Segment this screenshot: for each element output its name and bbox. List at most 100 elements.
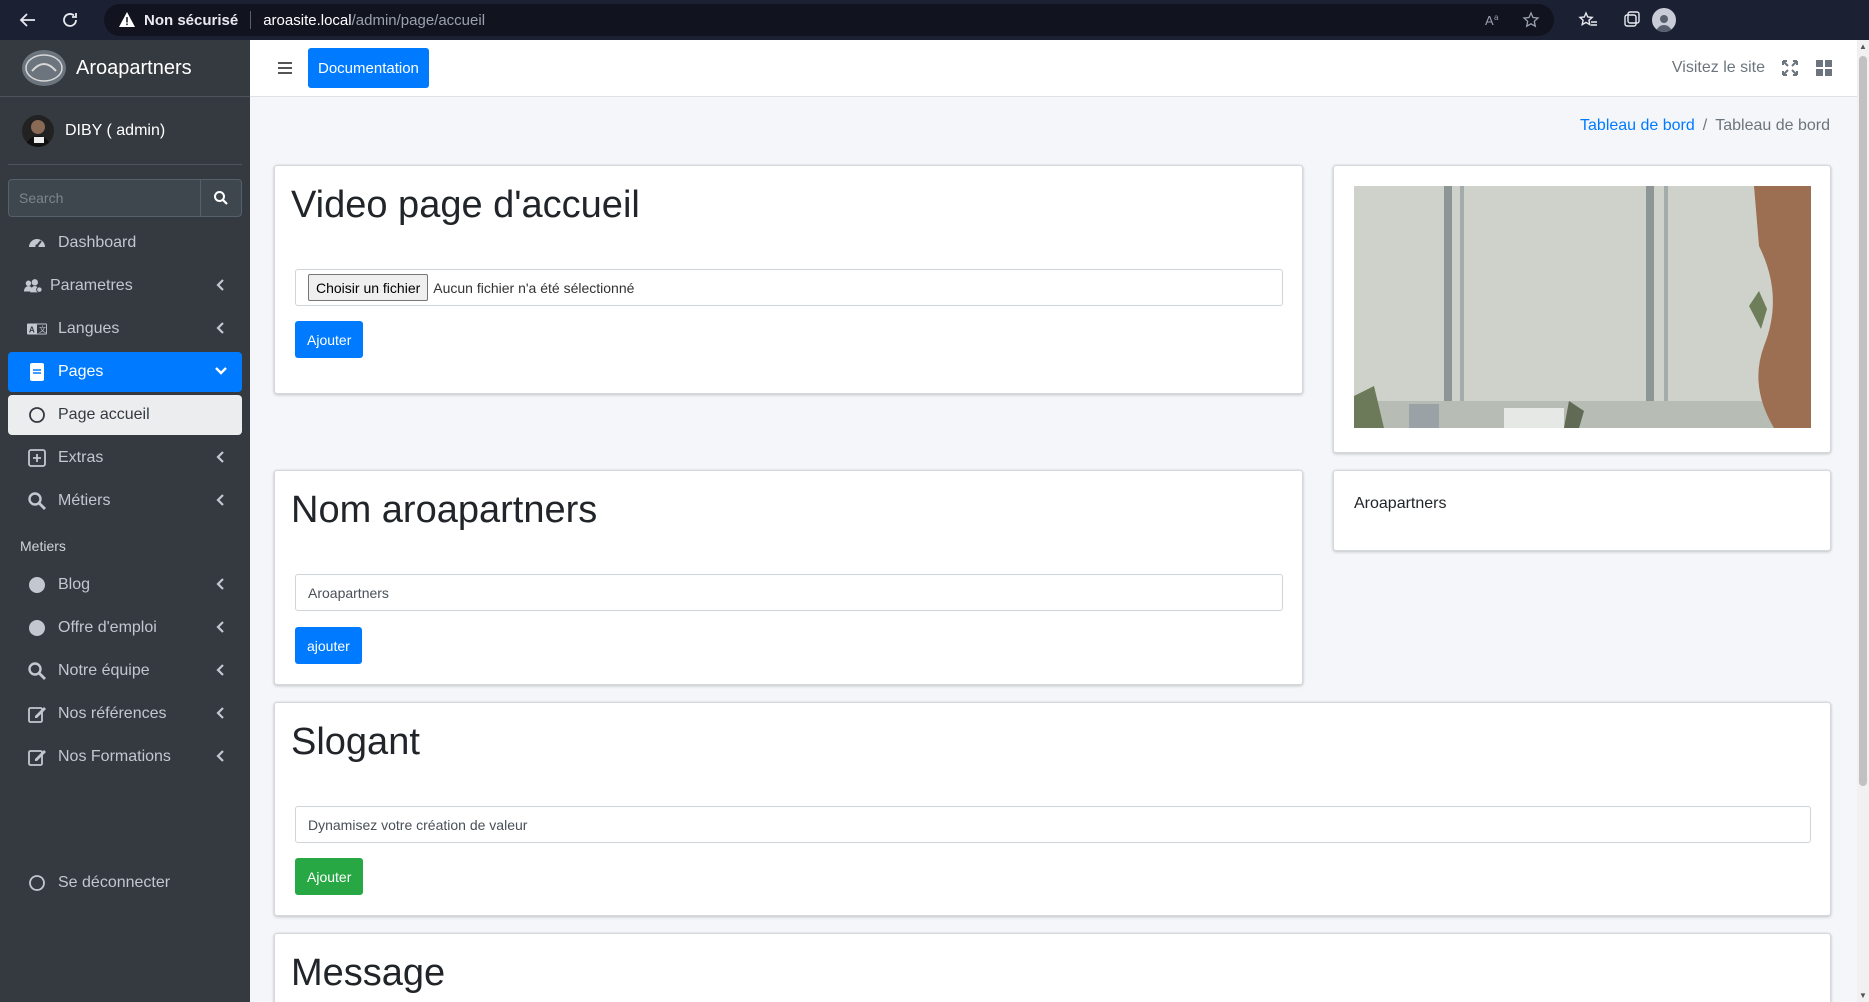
name-input[interactable]: Aroapartners <box>295 574 1283 611</box>
chevron-left-icon <box>216 494 224 506</box>
sidebar-item-nos-references[interactable]: Nos références <box>8 694 242 734</box>
url-path: /admin/page/accueil <box>351 11 486 29</box>
user-name: DIBY ( admin) <box>65 121 166 139</box>
url-separator <box>250 11 252 29</box>
brand-text: Aroapartners <box>76 56 192 79</box>
circle-icon <box>26 404 48 426</box>
scroll-thumb[interactable] <box>1859 56 1867 786</box>
user-panel[interactable]: DIBY ( admin) <box>8 97 242 165</box>
page-scrollbar[interactable]: ▲ ▼ <box>1857 40 1869 1002</box>
sidebar: Aroapartners DIBY ( admin) Dashboard Par… <box>0 40 250 1002</box>
chevron-left-icon <box>216 621 224 633</box>
menu-toggle-button[interactable] <box>270 53 300 83</box>
back-button[interactable] <box>8 0 48 40</box>
address-bar[interactable]: Non sécurisé aroasite.local /admin/page/… <box>104 4 1554 36</box>
add-slogan-button[interactable]: Ajouter <box>295 858 364 895</box>
sidebar-section-header: Metiers <box>20 538 66 554</box>
sidebar-item-label: Langues <box>58 320 120 337</box>
plus-square-icon <box>26 447 48 469</box>
sidebar-item-blog[interactable]: Blog <box>8 565 242 605</box>
sidebar-item-notre-equipe[interactable]: Notre équipe <box>8 651 242 691</box>
reload-button[interactable] <box>50 0 90 40</box>
file-status: Aucun fichier n'a été sélectionné <box>433 279 635 296</box>
add-favorite-icon[interactable] <box>1522 11 1540 29</box>
grid-icon[interactable] <box>1815 59 1833 77</box>
search-icon <box>26 490 48 512</box>
chevron-left-icon <box>216 707 224 719</box>
message-card: Message <box>274 933 1831 1002</box>
video-file-input[interactable]: Choisir un fichier Aucun fichier n'a été… <box>295 269 1283 306</box>
logout-button[interactable]: Se déconnecter <box>8 863 242 903</box>
file-icon <box>26 361 48 383</box>
search-input[interactable] <box>8 179 200 217</box>
card-title: Video page d'accueil <box>291 184 640 226</box>
sidebar-item-label: Offre d'emploi <box>58 619 157 636</box>
chevron-left-icon <box>216 664 224 676</box>
svg-text:a: a <box>1494 13 1499 22</box>
chevron-left-icon <box>216 451 224 463</box>
visit-site-link[interactable]: Visitez le site <box>1672 59 1765 77</box>
scroll-up-icon[interactable]: ▲ <box>1859 42 1867 51</box>
not-secure-label: Non sécurisé <box>144 11 239 29</box>
edit-icon <box>26 703 48 725</box>
sidebar-item-nos-formations[interactable]: Nos Formations <box>8 737 242 777</box>
search-button[interactable] <box>200 179 242 217</box>
sidebar-item-label: Extras <box>58 449 104 466</box>
chevron-left-icon <box>216 750 224 762</box>
fullscreen-icon[interactable] <box>1781 59 1799 77</box>
logout-wrap: Se déconnecter <box>0 860 250 906</box>
reload-icon <box>63 13 77 27</box>
name-card: Nom aroapartners Aroapartners ajouter <box>274 470 1303 685</box>
edit-icon <box>26 746 48 768</box>
breadcrumb-current: Tableau de bord <box>1715 117 1830 134</box>
sidebar-menu: Dashboard Parametres A文 Langues Pages Pa… <box>0 223 250 777</box>
sidebar-item-langues[interactable]: A文 Langues <box>8 309 242 349</box>
breadcrumb-separator: / <box>1702 117 1708 134</box>
sidebar-item-extras[interactable]: Extras <box>8 438 242 478</box>
sidebar-item-parametres[interactable]: Parametres <box>8 266 242 306</box>
breadcrumb-link[interactable]: Tableau de bord <box>1580 117 1695 135</box>
sidebar-item-offre-emploi[interactable]: Offre d'emploi <box>8 608 242 648</box>
circle-icon <box>26 617 48 639</box>
sidebar-item-label: Dashboard <box>58 234 137 251</box>
add-video-button[interactable]: Ajouter <box>295 321 364 358</box>
scroll-down-icon[interactable]: ▼ <box>1859 991 1867 1000</box>
sidebar-item-label: Nos références <box>58 705 167 722</box>
brand-link[interactable]: Aroapartners <box>0 40 250 97</box>
video-card: Video page d'accueil Choisir un fichier … <box>274 165 1303 394</box>
video-preview[interactable] <box>1354 186 1811 428</box>
language-icon: A文 <box>26 318 48 340</box>
profile-avatar[interactable] <box>1652 8 1676 32</box>
collections-icon[interactable] <box>1622 10 1642 30</box>
browser-toolbar: Non sécurisé aroasite.local /admin/page/… <box>0 0 1869 40</box>
add-name-button[interactable]: ajouter <box>295 627 362 664</box>
circle-icon <box>26 872 48 894</box>
search-icon <box>214 191 228 205</box>
users-cog-icon <box>22 275 44 297</box>
slogan-input[interactable]: Dynamisez votre création de valeur <box>295 806 1811 843</box>
documentation-button[interactable]: Documentation <box>308 48 429 88</box>
favorites-icon[interactable] <box>1578 10 1598 30</box>
choose-file-button[interactable]: Choisir un fichier <box>308 274 429 301</box>
sidebar-item-page-accueil[interactable]: Page accueil <box>8 395 242 435</box>
url-host: aroasite.local <box>263 11 352 29</box>
name-preview-card: Aroapartners <box>1333 470 1831 551</box>
sidebar-item-label: Blog <box>58 576 91 593</box>
logout-label: Se déconnecter <box>58 874 171 891</box>
svg-text:文: 文 <box>39 325 47 334</box>
breadcrumb: Tableau de bord / Tableau de bord <box>1580 117 1830 135</box>
sidebar-item-metiers[interactable]: Métiers <box>8 481 242 521</box>
brand-logo <box>22 50 66 86</box>
sidebar-item-label: Page accueil <box>58 406 150 423</box>
top-navbar: Documentation Visitez le site <box>250 40 1857 97</box>
sidebar-item-pages[interactable]: Pages <box>8 352 242 392</box>
user-avatar <box>22 114 54 147</box>
sidebar-item-dashboard[interactable]: Dashboard <box>8 223 242 263</box>
arrow-left-icon <box>19 13 35 27</box>
chevron-left-icon <box>216 279 224 291</box>
name-preview-text: Aroapartners <box>1354 495 1447 512</box>
dashboard-icon <box>26 232 48 254</box>
card-title: Message <box>291 952 446 994</box>
hamburger-icon <box>278 62 292 74</box>
read-aloud-icon[interactable]: Aa <box>1484 11 1502 29</box>
